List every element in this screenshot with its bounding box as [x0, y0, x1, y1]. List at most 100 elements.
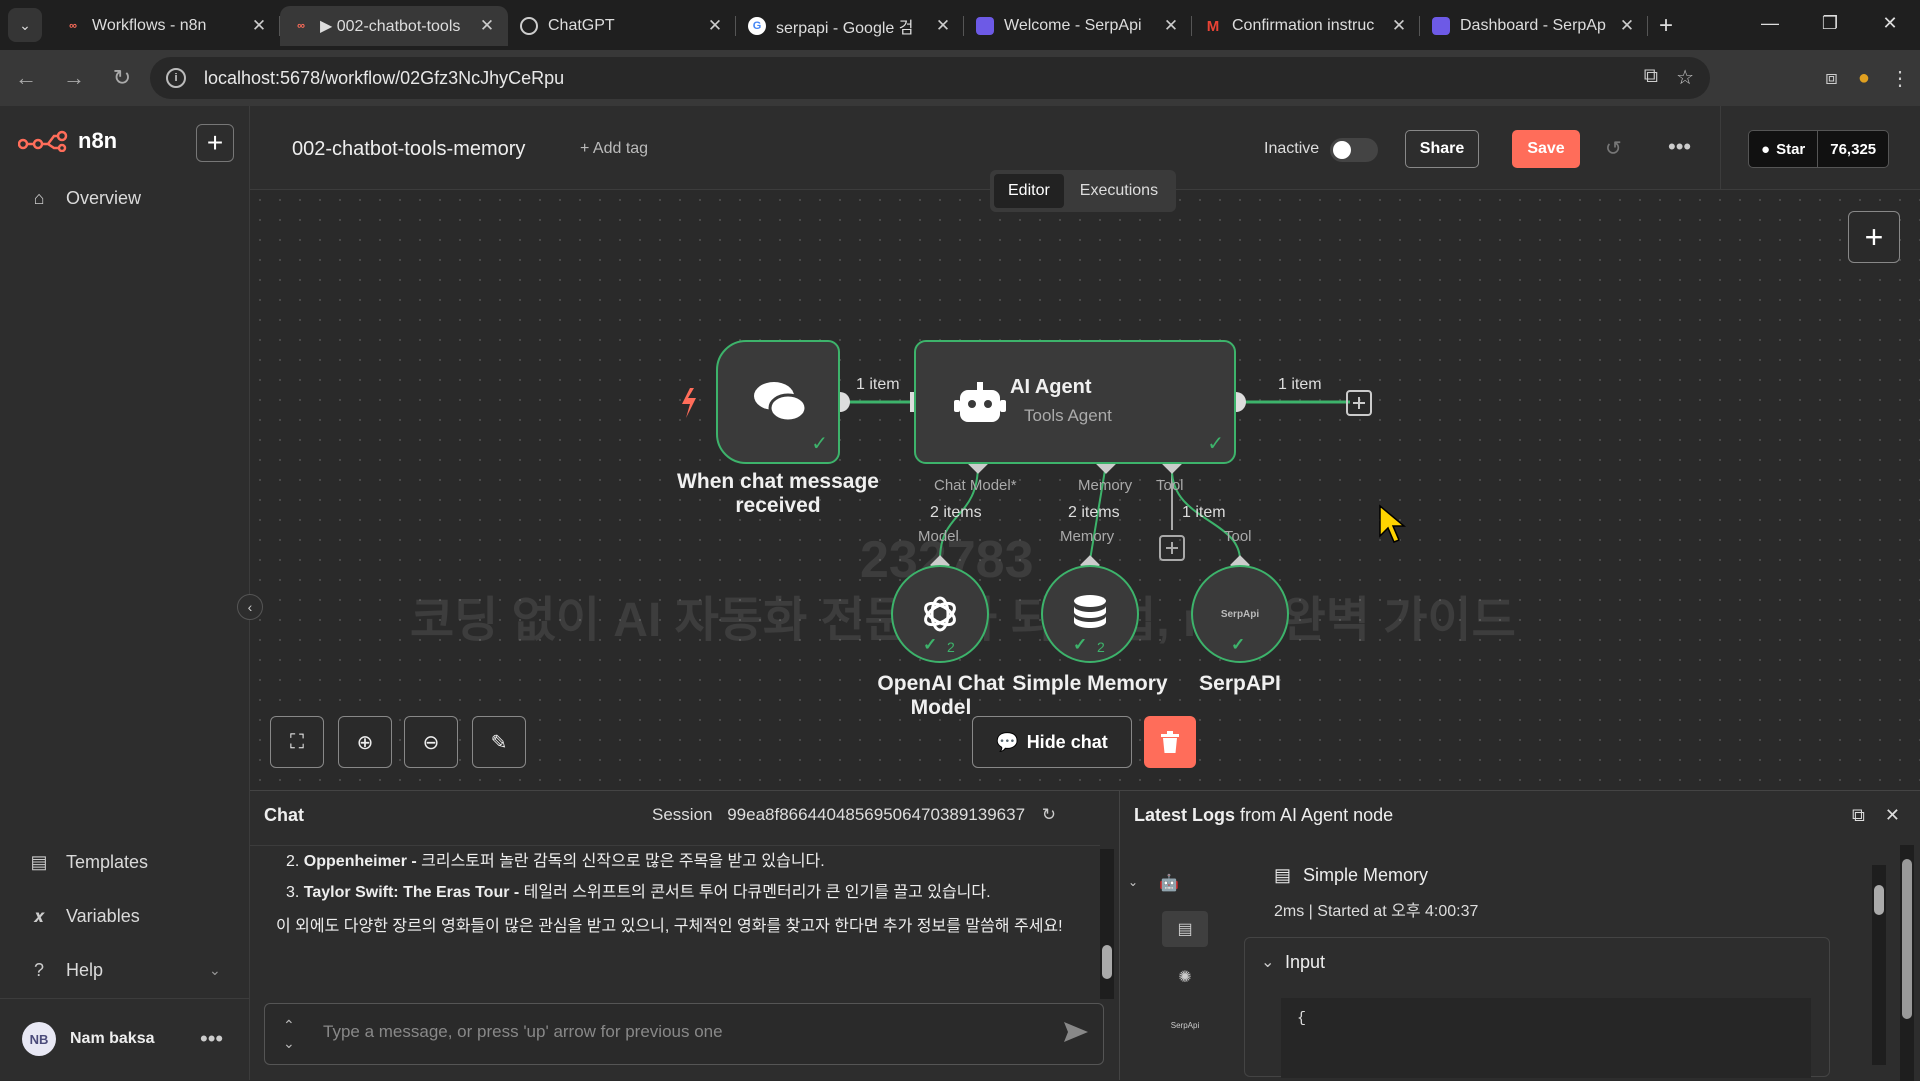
chat-scrollbar[interactable] [1100, 849, 1114, 999]
save-button[interactable]: Save [1512, 130, 1580, 168]
chat-input[interactable]: ⌃ ⌄ Type a message, or press 'up' arrow f… [264, 1003, 1104, 1065]
fit-view-button[interactable]: ⛶ [270, 716, 324, 768]
zoom-out-button[interactable]: ⊖ [404, 716, 458, 768]
more-options-icon[interactable]: ••• [1668, 134, 1691, 160]
user-menu[interactable]: NB Nam baksa [22, 1022, 155, 1056]
tab-editor[interactable]: Editor [994, 174, 1064, 208]
simple-memory-node[interactable]: ✓ 2 [1041, 565, 1139, 663]
browser-tab-active[interactable]: ∞ ▶ 002-chatbot-tools ✕ [280, 6, 508, 46]
close-tab-icon[interactable]: ✕ [934, 16, 952, 36]
sidebar-item-label: Overview [66, 188, 142, 208]
close-tab-icon[interactable]: ✕ [1618, 16, 1636, 36]
success-check-icon: ✓ [1073, 635, 1088, 654]
workflow-name[interactable]: 002-chatbot-tools-memory [292, 138, 525, 161]
list-number: 2. [286, 853, 300, 870]
close-tab-icon[interactable]: ✕ [250, 16, 268, 36]
sidebar-item-templates[interactable]: ▤ Templates [28, 852, 148, 873]
zoom-in-button[interactable]: ⊕ [338, 716, 392, 768]
browser-tab[interactable]: G serpapi - Google 검 ✕ [736, 6, 964, 46]
browser-tab[interactable]: Dashboard - SerpAp ✕ [1420, 6, 1648, 46]
input-label[interactable]: Input [1285, 952, 1325, 973]
browser-tab[interactable]: Welcome - SerpApi ✕ [964, 6, 1192, 46]
browser-tab[interactable]: ChatGPT ✕ [508, 6, 736, 46]
database-icon[interactable]: ▤ [1162, 911, 1208, 947]
site-info-icon[interactable]: i [166, 68, 186, 88]
chat-title: Chat [264, 805, 304, 825]
robot-icon[interactable]: 🤖 [1146, 865, 1192, 901]
movie-title: Oppenheimer - [303, 853, 417, 870]
close-tab-icon[interactable]: ✕ [478, 16, 496, 36]
github-star-button[interactable]: ● Star 76,325 [1748, 130, 1890, 168]
close-window-icon[interactable]: ✕ [1860, 0, 1920, 46]
database-icon [1074, 595, 1106, 628]
new-tab-icon[interactable]: + [1652, 12, 1680, 40]
sidebar-item-overview[interactable]: ⌂ Overview [28, 188, 141, 209]
add-node-button[interactable]: + [1848, 211, 1900, 263]
chat-paragraph: 이 외에도 다양한 장르의 영화들이 많은 관심을 받고 있으니, 구체적인 영… [276, 918, 1063, 935]
tab-title: serpapi - Google 검 [776, 20, 914, 37]
close-tab-icon[interactable]: ✕ [1162, 16, 1180, 36]
tab-list: ∞ Workflows - n8n ✕ ∞ ▶ 002-chatbot-tool… [52, 6, 1648, 46]
close-icon[interactable]: ✕ [1885, 805, 1900, 826]
history-arrows-icon[interactable]: ⌃ ⌄ [283, 1016, 295, 1052]
collapse-sidebar-icon[interactable]: ‹ [237, 594, 263, 620]
sidebar-item-label: Help [66, 960, 104, 980]
logs-scrollbar[interactable] [1872, 865, 1886, 1065]
add-tag-button[interactable]: + Add tag [580, 140, 648, 158]
share-button[interactable]: Share [1405, 130, 1479, 168]
tab-search-icon[interactable]: ⌄ [8, 8, 42, 42]
serpapi-node[interactable]: SerpApi ✓ [1191, 565, 1289, 663]
serpapi-icon[interactable]: SerpApi [1162, 1007, 1208, 1043]
openai-icon[interactable]: ✺ [1162, 959, 1208, 995]
ai-agent-node[interactable]: ✓ [914, 340, 1236, 464]
sidebar-item-help[interactable]: ? Help ⌄ [28, 960, 221, 981]
n8n-icon: ∞ [69, 20, 77, 32]
chevron-down-icon[interactable]: ⌄ [1128, 875, 1138, 889]
chat-line: 3. Taylor Swift: The Eras Tour - 테일러 스위프… [276, 877, 1100, 908]
page-scrollbar[interactable] [1900, 845, 1914, 1081]
browser-tab[interactable]: ∞ Workflows - n8n ✕ [52, 6, 280, 46]
minimize-icon[interactable]: — [1740, 0, 1800, 46]
address-bar[interactable]: i localhost:5678/workflow/02Gfz3NcJhyCeR… [150, 57, 1710, 99]
reset-session-icon[interactable]: ↻ [1042, 805, 1056, 824]
popout-icon[interactable]: ⧉ [1852, 805, 1865, 826]
bookmark-star-icon[interactable]: ☆ [1676, 65, 1694, 90]
tab-executions[interactable]: Executions [1066, 174, 1172, 208]
reload-icon[interactable]: ↻ [100, 56, 144, 100]
log-meta: 2ms | Started at 오후 4:00:37 [1274, 903, 1479, 920]
tab-title: Confirmation instruc [1232, 17, 1375, 34]
logs-panel: Latest Logs from AI Agent node ⧉ ✕ ⌄ 🤖 ▤… [1120, 790, 1920, 1081]
chevron-down-icon[interactable]: ⌄ [1261, 952, 1274, 972]
delete-execution-button[interactable] [1144, 716, 1196, 768]
close-tab-icon[interactable]: ✕ [706, 16, 724, 36]
browser-menu-icon[interactable]: ⋮ [1890, 66, 1910, 91]
tidy-up-button[interactable]: ✎ [472, 716, 526, 768]
extensions-icon[interactable]: ⧈ [1825, 67, 1838, 90]
profile-icon[interactable]: ● [1858, 67, 1870, 90]
serpapi-icon [976, 17, 994, 35]
active-toggle[interactable] [1330, 138, 1378, 162]
restore-icon[interactable]: ❐ [1800, 0, 1860, 46]
back-icon[interactable]: ← [4, 56, 48, 100]
google-icon: G [748, 17, 766, 35]
url-text[interactable]: localhost:5678/workflow/02Gfz3NcJhyCeRpu [204, 68, 564, 89]
trigger-node[interactable]: ✓ [716, 340, 840, 464]
templates-icon: ▤ [30, 852, 48, 872]
hide-chat-button[interactable]: 💬 Hide chat [972, 716, 1132, 768]
sidebar-item-variables[interactable]: 𝒙 Variables [28, 906, 140, 927]
translate-icon[interactable]: ⧉ [1644, 65, 1658, 90]
close-tab-icon[interactable]: ✕ [1390, 16, 1408, 36]
chat-bubbles-icon [754, 382, 808, 423]
user-name: Nam baksa [70, 1030, 155, 1047]
n8n-logo[interactable]: n8n [18, 128, 117, 154]
history-icon[interactable]: ↺ [1605, 136, 1622, 161]
send-icon[interactable] [1063, 1020, 1089, 1044]
browser-tab[interactable]: M Confirmation instruc ✕ [1192, 6, 1420, 46]
forward-icon[interactable]: → [52, 56, 96, 100]
serpapi-node-label: SerpAPI [1199, 672, 1281, 695]
sub-port-label-model: Model [918, 528, 959, 545]
window-controls: — ❐ ✕ [1740, 0, 1920, 46]
create-button[interactable]: + [196, 124, 234, 162]
openai-node[interactable]: ✓ 2 [891, 565, 989, 663]
user-more-icon[interactable]: ••• [200, 1026, 223, 1052]
